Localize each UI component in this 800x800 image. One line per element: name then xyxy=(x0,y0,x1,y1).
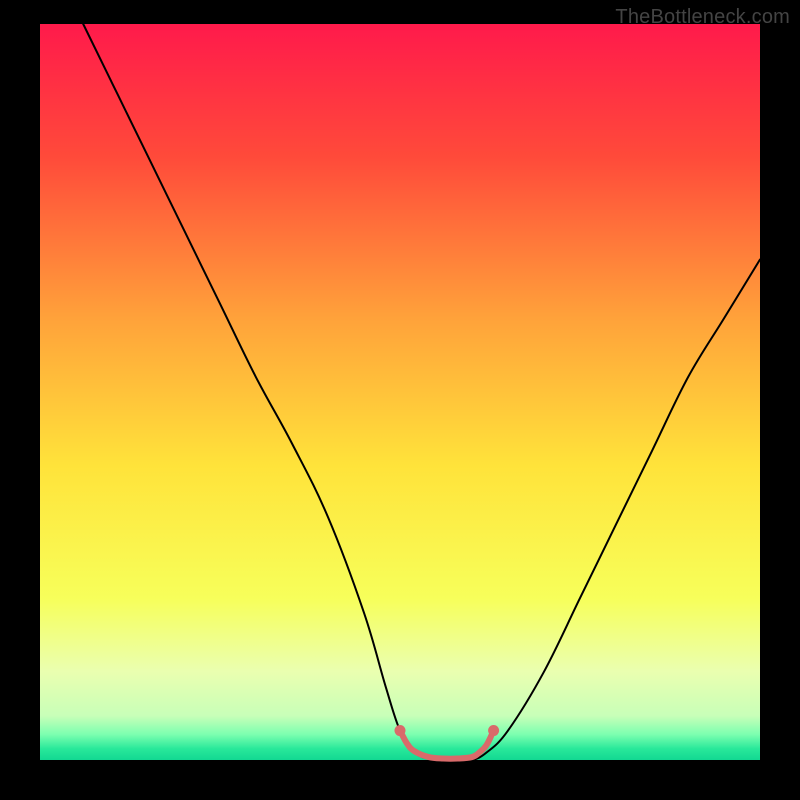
bottleneck-chart: TheBottleneck.com xyxy=(0,0,800,800)
watermark-text: TheBottleneck.com xyxy=(615,6,790,29)
marker-endpoint xyxy=(488,725,499,736)
marker-endpoint xyxy=(395,725,406,736)
plot-background xyxy=(40,24,760,760)
chart-svg xyxy=(0,0,800,800)
